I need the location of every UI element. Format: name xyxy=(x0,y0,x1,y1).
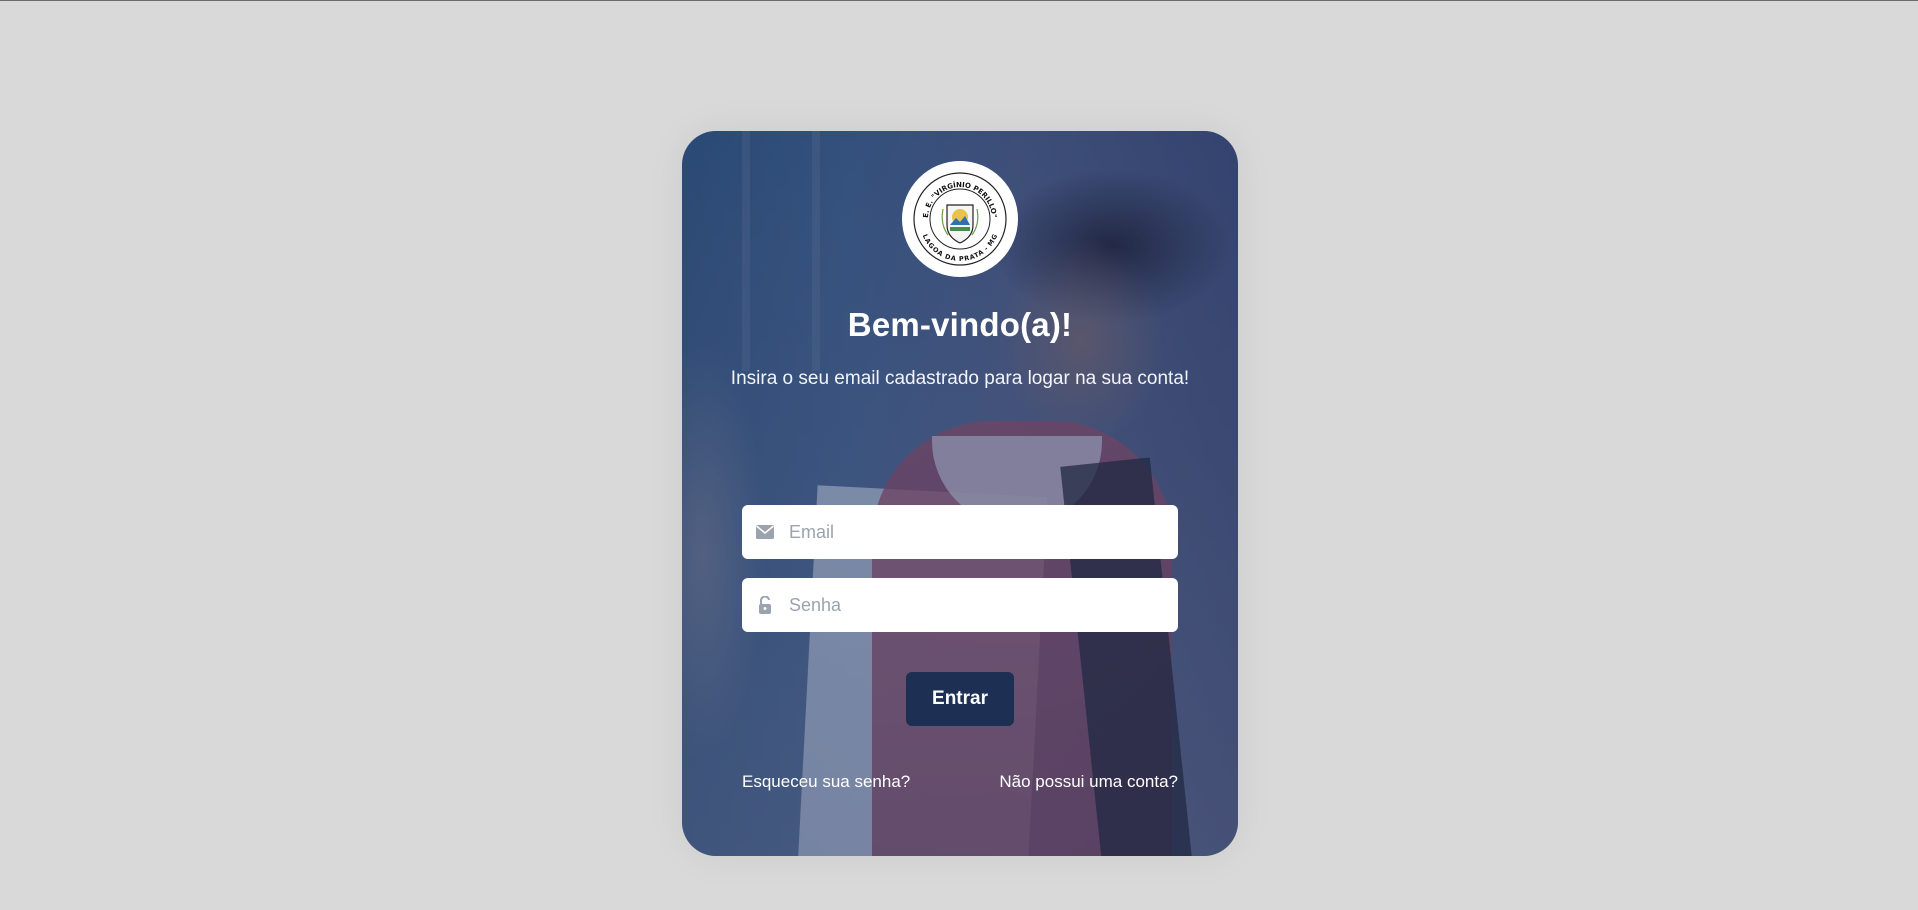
welcome-title: Bem-vindo(a)! xyxy=(847,306,1073,343)
email-field[interactable] xyxy=(742,505,1178,559)
envelope-icon xyxy=(755,522,775,542)
school-crest-icon: E. E. "VIRGÍNIO PERILLO" LAGOA DA PRATA … xyxy=(913,172,1007,266)
school-logo: E. E. "VIRGÍNIO PERILLO" LAGOA DA PRATA … xyxy=(902,161,1018,277)
register-link[interactable]: Não possui uma conta? xyxy=(999,772,1178,792)
password-input[interactable] xyxy=(789,578,1178,632)
login-card: E. E. "VIRGÍNIO PERILLO" LAGOA DA PRATA … xyxy=(682,131,1238,856)
email-input[interactable] xyxy=(789,505,1178,559)
lock-icon xyxy=(755,595,775,615)
window-top-border xyxy=(0,0,1918,1)
welcome-subtitle: Insira o seu email cadastrado para logar… xyxy=(730,368,1190,389)
password-field[interactable] xyxy=(742,578,1178,632)
forgot-password-link[interactable]: Esqueceu sua senha? xyxy=(742,772,910,792)
submit-button[interactable]: Entrar xyxy=(906,672,1014,726)
